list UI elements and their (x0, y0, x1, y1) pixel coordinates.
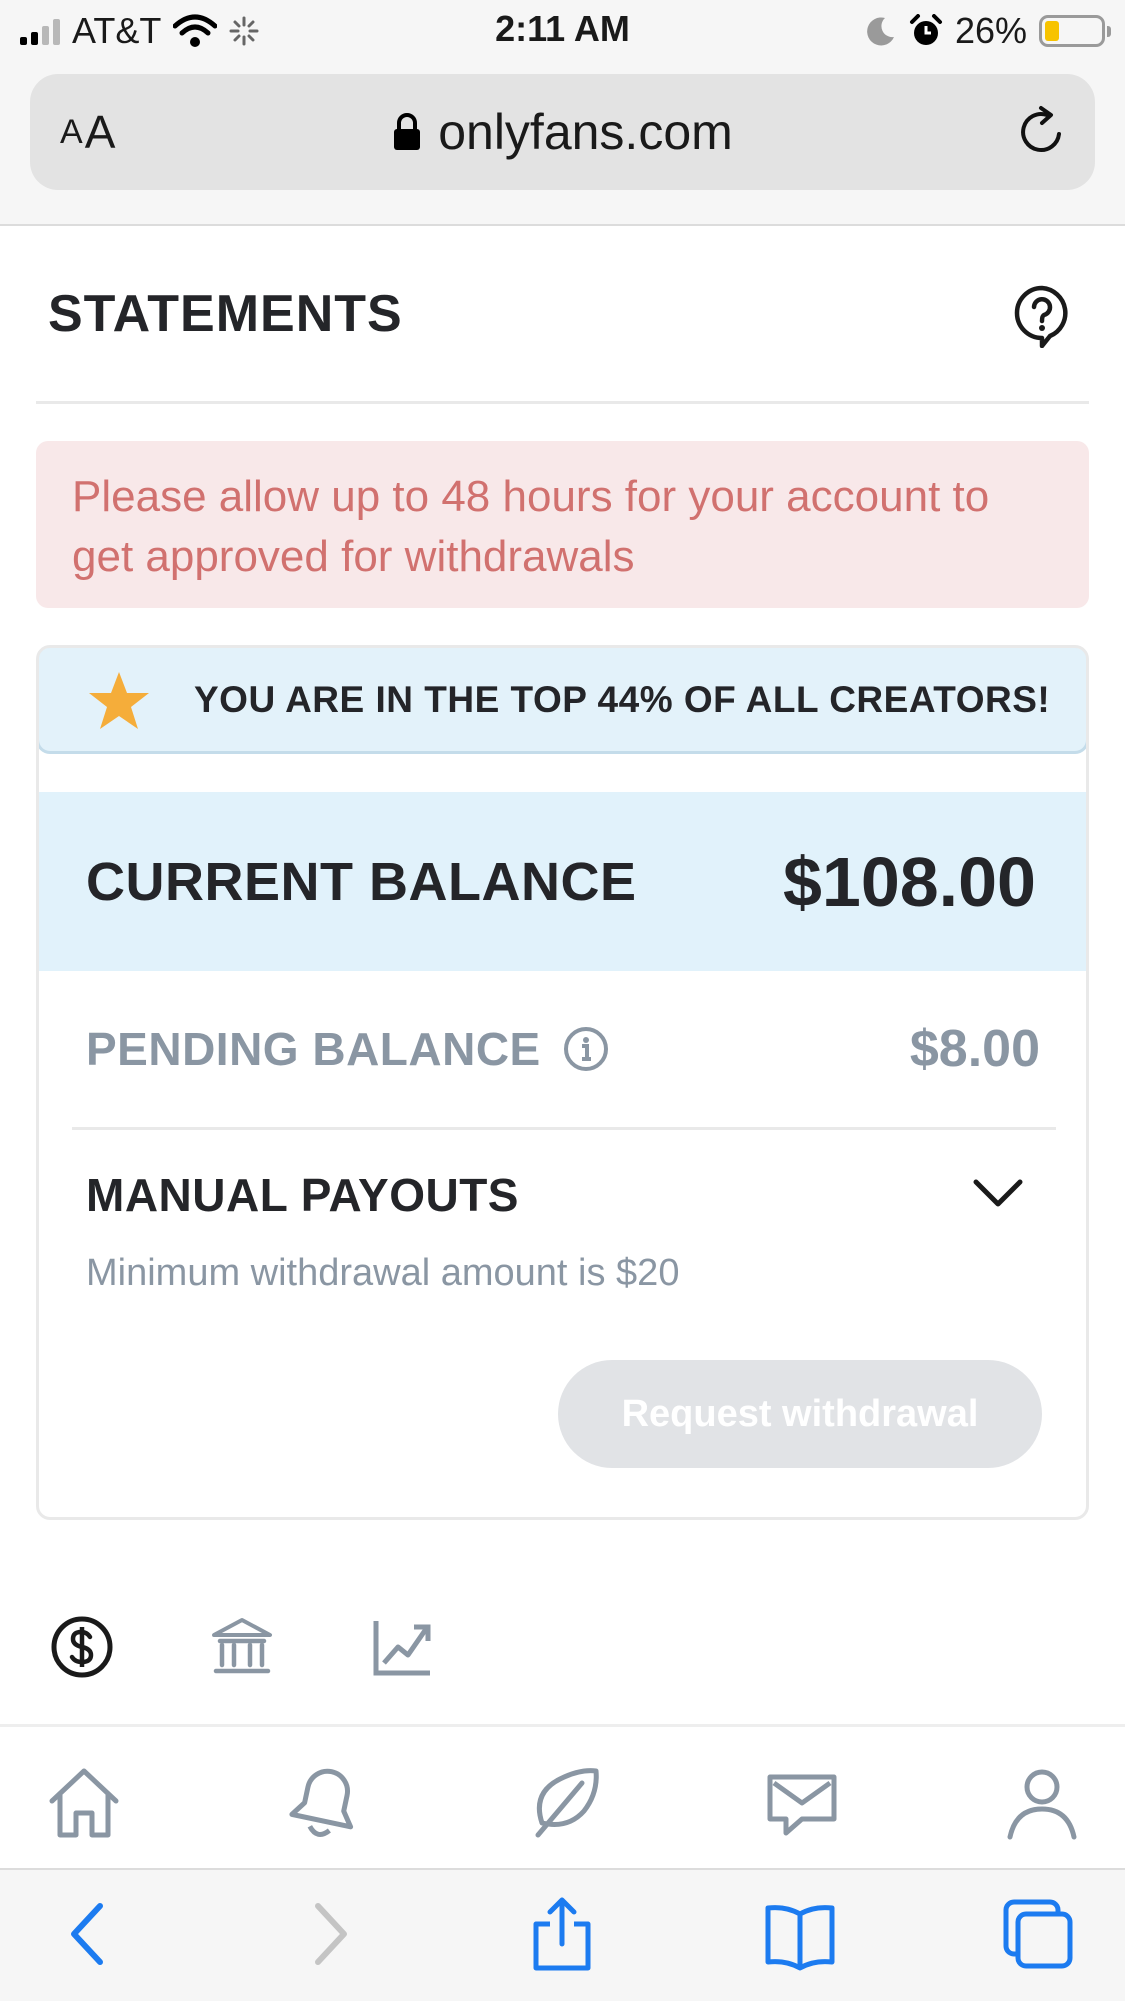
bookmarks-icon[interactable] (762, 1896, 838, 1972)
battery-percent: 26% (954, 10, 1027, 51)
top-creators-text: YOU ARE IN THE TOP 44% OF ALL CREATORS! (194, 678, 1051, 720)
url-text: onlyfans.com (438, 104, 733, 160)
star-icon (89, 672, 149, 729)
info-icon[interactable] (563, 1026, 609, 1072)
browser-toolbar (0, 1868, 1125, 2001)
minimum-withdrawal-text: Minimum withdrawal amount is $20 (86, 1252, 680, 1294)
address-bar[interactable]: A A onlyfans.com (30, 74, 1095, 190)
current-balance-label: CURRENT BALANCE (86, 851, 637, 912)
back-icon[interactable] (52, 1896, 128, 1972)
forward-icon[interactable] (290, 1896, 366, 1972)
request-withdrawal-button[interactable]: Request withdrawal (558, 1360, 1042, 1468)
pending-balance-label-wrap: PENDING BALANCE (86, 971, 609, 1127)
page-header: STATEMENTS (36, 226, 1089, 404)
pending-balance-row: PENDING BALANCE $8.00 (72, 971, 1056, 1130)
bell-icon[interactable] (285, 1763, 365, 1843)
profile-icon[interactable] (1002, 1763, 1082, 1843)
app-bottom-nav (0, 1724, 1125, 1868)
chevron-down-icon[interactable] (972, 1176, 1024, 1210)
url-display[interactable]: onlyfans.com (30, 74, 1095, 190)
status-bar: AT&T 2:11 AM 26% (0, 0, 1125, 62)
balance-card: YOU ARE IN THE TOP 44% OF ALL CREATORS! … (36, 645, 1089, 1520)
statement-tabs (50, 1614, 434, 1680)
current-balance-row: CURRENT BALANCE $108.00 (39, 792, 1086, 971)
feather-icon[interactable] (524, 1763, 604, 1843)
page-title: STATEMENTS (48, 285, 403, 343)
browser-address-area: A A onlyfans.com (0, 62, 1125, 226)
dollar-circle-icon[interactable] (50, 1615, 114, 1679)
chart-trend-icon[interactable] (370, 1615, 434, 1679)
reload-icon[interactable] (1013, 104, 1069, 160)
message-icon[interactable] (762, 1763, 842, 1843)
bank-icon[interactable] (210, 1615, 274, 1679)
moon-icon (867, 17, 894, 46)
top-creators-banner: YOU ARE IN THE TOP 44% OF ALL CREATORS! (39, 648, 1086, 754)
share-icon[interactable] (524, 1896, 600, 1972)
pending-balance-label: PENDING BALANCE (86, 1023, 541, 1075)
lock-icon (394, 113, 421, 150)
status-right: 26% (865, 10, 1111, 52)
pending-balance-value: $8.00 (909, 1020, 1040, 1078)
manual-payouts-label[interactable]: MANUAL PAYOUTS (86, 1168, 519, 1222)
alarm-icon (909, 14, 942, 45)
approval-alert: Please allow up to 48 hours for your acc… (36, 441, 1089, 608)
battery-icon (1039, 15, 1111, 47)
alert-message: Please allow up to 48 hours for your acc… (72, 472, 990, 581)
question-bubble-icon[interactable] (1013, 284, 1071, 348)
home-icon[interactable] (44, 1763, 124, 1843)
battery-fill (1045, 21, 1060, 41)
current-balance-value: $108.00 (782, 842, 1036, 921)
tabs-icon[interactable] (1000, 1896, 1076, 1972)
